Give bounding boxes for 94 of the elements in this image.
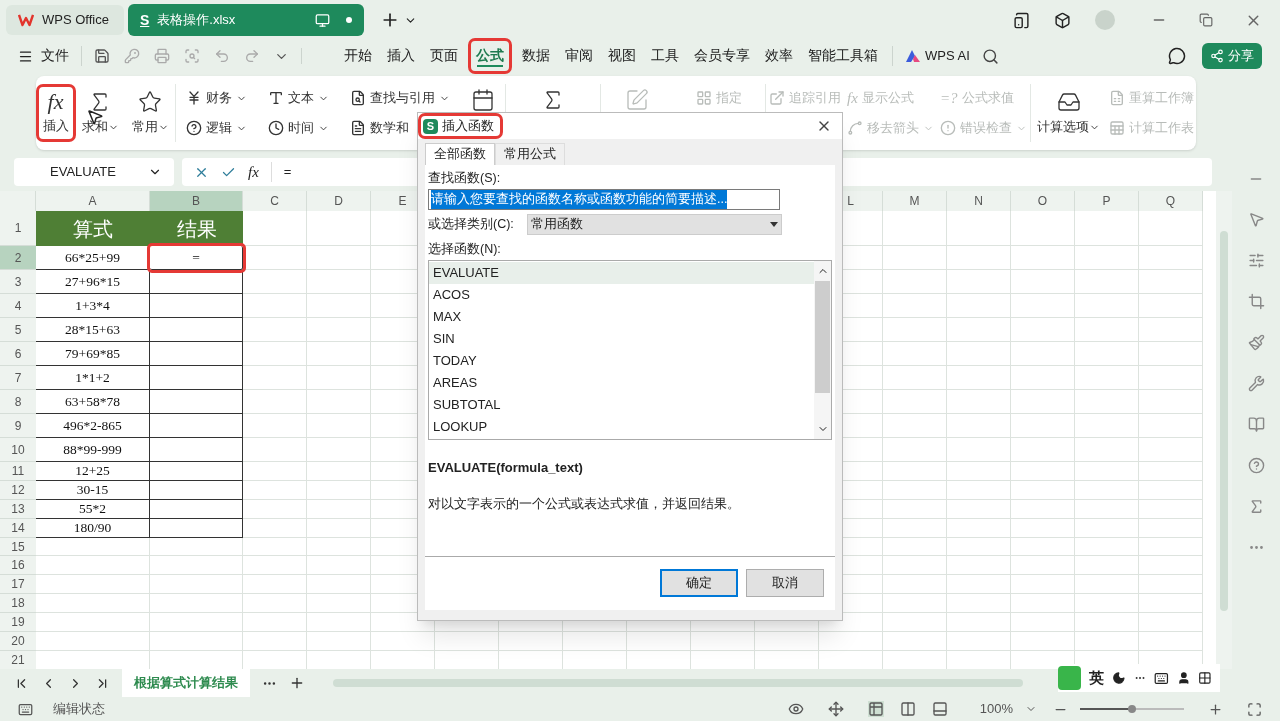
table-cell: 66*25+99: [36, 246, 150, 270]
share-button[interactable]: 分享: [1202, 43, 1262, 69]
home-tab[interactable]: WPS Office: [6, 5, 124, 35]
menu-tab[interactable]: 数据: [520, 41, 552, 71]
ribbon-button[interactable]: 财务: [186, 86, 248, 110]
formula-input[interactable]: =: [270, 162, 292, 182]
menu-tab[interactable]: 智能工具箱: [806, 41, 880, 71]
insert-function-glyph[interactable]: fx: [248, 160, 259, 184]
menu-tab[interactable]: 页面: [428, 41, 460, 71]
row-header[interactable]: 9: [0, 414, 36, 438]
row-header[interactable]: 4: [0, 294, 36, 318]
function-item[interactable]: AREAS: [429, 371, 814, 394]
status-text: 编辑状态: [53, 700, 105, 718]
function-signature: EVALUATE(formula_text): [428, 458, 584, 477]
function-item[interactable]: TODAY: [429, 349, 814, 372]
function-description: 对以文字表示的一个公式或表达式求值，并返回结果。: [428, 496, 741, 513]
column-header[interactable]: Q: [1139, 191, 1203, 211]
menu-tab[interactable]: 工具: [649, 41, 681, 71]
menu-tab[interactable]: 开始: [342, 41, 374, 71]
row-header[interactable]: 20: [0, 632, 36, 651]
menu-tab[interactable]: 公式: [471, 41, 509, 71]
menu-tab[interactable]: 会员专享: [692, 41, 752, 71]
row-header[interactable]: 18: [0, 594, 36, 614]
table-cell: 1+3*4: [36, 294, 150, 318]
row-header[interactable]: 10: [0, 438, 36, 462]
row-header[interactable]: 1: [0, 211, 36, 246]
row-header[interactable]: 6: [0, 342, 36, 366]
column-header[interactable]: C: [243, 191, 307, 211]
row-header[interactable]: 16: [0, 556, 36, 576]
ribbon-button[interactable]: 查找与引用: [349, 86, 450, 110]
column-header[interactable]: B: [150, 191, 243, 211]
dialog-title: S 插入函数: [421, 116, 500, 136]
field-label: 查找函数(S):: [428, 170, 502, 187]
function-item[interactable]: LOOKUP: [429, 415, 814, 438]
field-label: 选择函数(N):: [428, 240, 502, 258]
menu-tab[interactable]: 效率: [763, 41, 795, 71]
search-field[interactable]: 请输入您要查找的函数名称或函数功能的简要描述...: [428, 188, 780, 210]
formula-glyph: fx: [47, 90, 64, 113]
formula-glyph: fx: [847, 88, 858, 108]
category-dropdown[interactable]: 常用函数: [527, 213, 782, 235]
row-header[interactable]: 5: [0, 318, 36, 342]
dialog-tab[interactable]: 常用公式: [495, 143, 565, 165]
row-header[interactable]: 3: [0, 270, 36, 294]
row-header[interactable]: 2: [0, 246, 36, 270]
row-header[interactable]: 8: [0, 390, 36, 414]
table-cell: 63+58*78: [36, 390, 150, 414]
zoom-level[interactable]: 100%: [979, 699, 1037, 719]
header-cell: 算式: [36, 211, 150, 246]
ribbon-button[interactable]: 计算选项: [1033, 85, 1105, 141]
ime-language[interactable]: 英: [1089, 666, 1105, 690]
menu-tab[interactable]: 审阅: [563, 41, 595, 71]
ribbon-button[interactable]: 常用: [127, 85, 173, 141]
column-header[interactable]: D: [307, 191, 371, 211]
dialog-button[interactable]: 确定: [660, 569, 738, 597]
ribbon-button[interactable]: 求和: [77, 85, 123, 141]
row-header[interactable]: 19: [0, 613, 36, 632]
sheet-tab[interactable]: 根据算式计算结果: [122, 669, 250, 697]
name-box[interactable]: EVALUATE: [14, 158, 174, 186]
row-header[interactable]: 11: [0, 462, 36, 481]
table-cell: 12+25: [36, 462, 150, 481]
ribbon-button[interactable]: 时间: [268, 116, 330, 140]
ribbon-button[interactable]: 文本: [268, 86, 330, 110]
table-cell: 27+96*15: [36, 270, 150, 294]
function-item[interactable]: SUBTOTAL: [429, 393, 814, 416]
menu-tab[interactable]: 视图: [606, 41, 638, 71]
function-item[interactable]: SIN: [429, 327, 814, 350]
table-cell: =: [150, 246, 243, 270]
ribbon-button[interactable]: 逻辑: [186, 116, 248, 140]
row-header[interactable]: 7: [0, 366, 36, 390]
menu-tab[interactable]: 插入: [385, 41, 417, 71]
column-header[interactable]: A: [36, 191, 150, 211]
file-tab[interactable]: S 表格操作.xlsx: [128, 4, 364, 36]
column-header[interactable]: P: [1075, 191, 1139, 211]
row-header[interactable]: 17: [0, 575, 36, 595]
table-cell: 79+69*85: [36, 342, 150, 366]
app-badge: S: [423, 118, 438, 134]
function-item[interactable]: MAX: [429, 305, 814, 328]
dialog-button[interactable]: 取消: [746, 569, 824, 597]
ribbon-button[interactable]: fx 插入: [38, 86, 73, 140]
column-header[interactable]: O: [1011, 191, 1075, 211]
table-cell: 1*1+2: [36, 366, 150, 390]
table-cell: 496*2-865: [36, 414, 150, 438]
field-label: 或选择类别(C):: [428, 215, 515, 233]
function-item[interactable]: EVALUATE: [429, 261, 814, 284]
table-cell: 88*99-999: [36, 438, 150, 462]
column-header[interactable]: M: [883, 191, 947, 211]
wps-ai-button[interactable]: WPS AI: [925, 46, 970, 66]
formula-glyph: =?: [940, 88, 958, 108]
dialog-tab[interactable]: 全部函数: [425, 143, 495, 165]
function-item[interactable]: ACOS: [429, 283, 814, 306]
file-type-letter: S: [140, 10, 150, 30]
column-header[interactable]: N: [947, 191, 1011, 211]
file-menu[interactable]: 文件: [18, 45, 82, 67]
table-cell: 28*15+63: [36, 318, 150, 342]
